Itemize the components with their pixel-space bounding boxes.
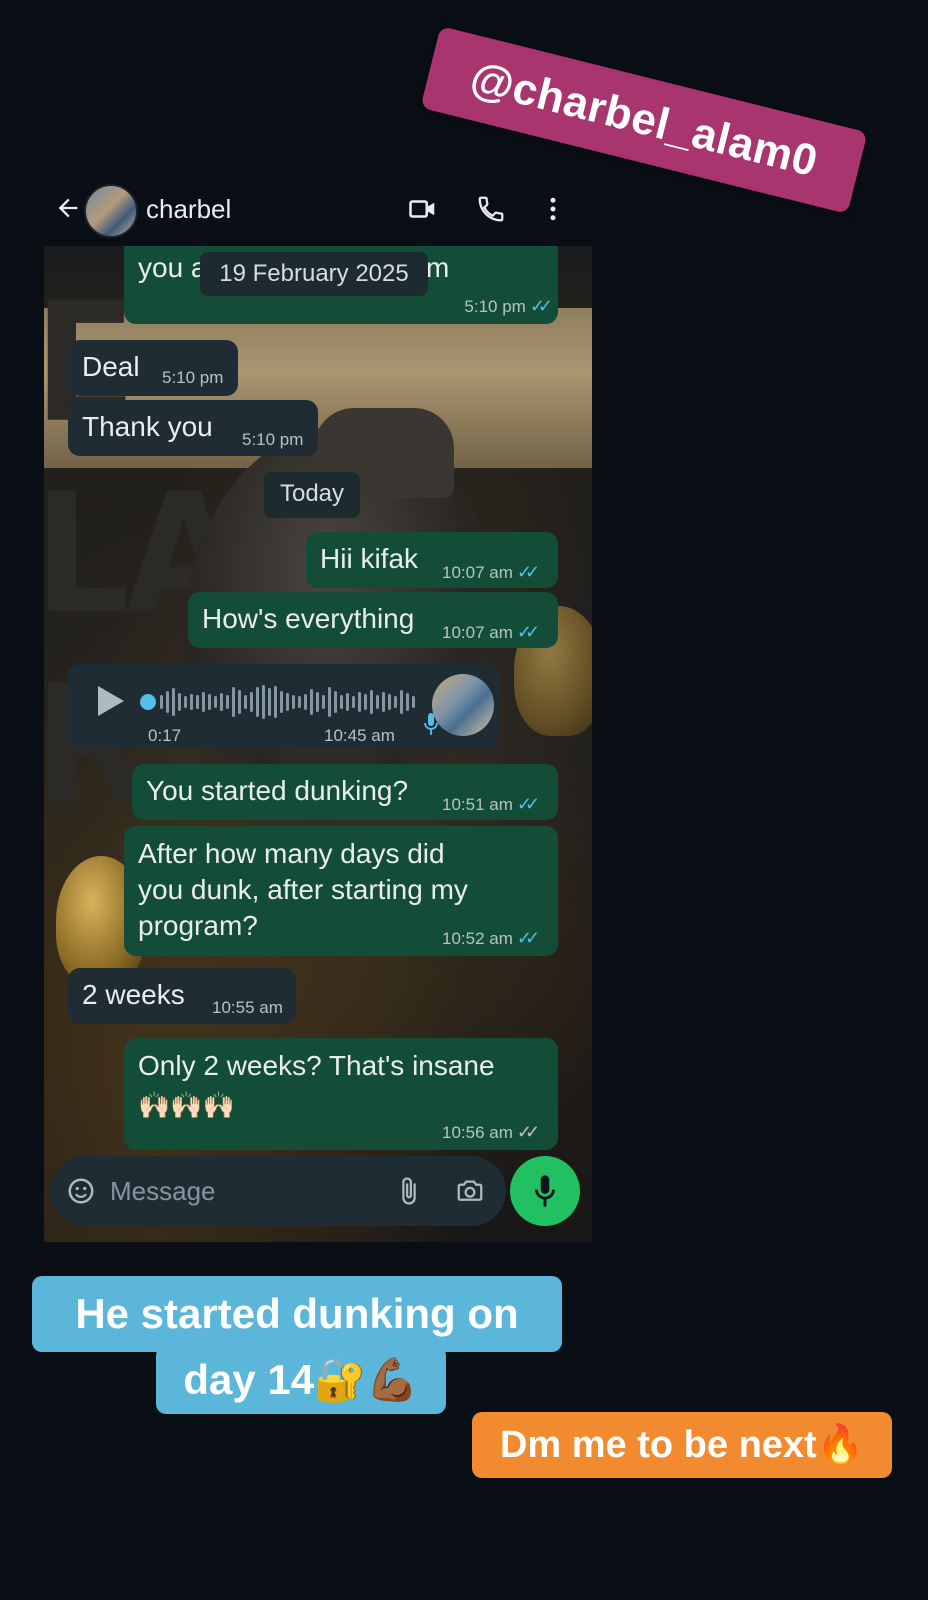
message-time: 10:07 am ✓✓ (442, 562, 540, 582)
attach-icon[interactable] (394, 1174, 424, 1208)
message-bubble[interactable]: How's everything 10:07 am ✓✓ (188, 592, 558, 648)
message-time: 10:51 am ✓✓ (442, 794, 540, 814)
chat-header: charbel (44, 180, 592, 246)
message-input-bar[interactable]: Message (50, 1156, 506, 1226)
mic-icon (535, 1175, 555, 1207)
message-time: 5:10 pm (162, 368, 224, 387)
message-bubble[interactable]: You started dunking? 10:51 am ✓✓ (132, 764, 558, 820)
read-receipt-icon: ✓✓ (516, 562, 540, 582)
voice-duration: 0:17 (148, 726, 182, 745)
message-text: Deal (82, 351, 140, 382)
voice-call-icon[interactable] (476, 194, 506, 224)
message-bubble[interactable]: After how many days did you dunk, after … (124, 826, 558, 956)
message-text: m (426, 252, 450, 283)
camera-icon[interactable] (454, 1176, 486, 1206)
sticker-icon[interactable] (66, 1176, 96, 1206)
message-bubble[interactable]: 2 weeks 10:55 am (68, 968, 296, 1024)
sender-avatar (432, 674, 494, 736)
message-input[interactable]: Message (110, 1176, 216, 1207)
cta-sticker[interactable]: Dm me to be next🔥 (472, 1412, 892, 1478)
message-text: Hii kifak (320, 543, 419, 574)
message-text: After how many days did (138, 838, 445, 869)
waveform[interactable] (160, 682, 415, 722)
seek-handle[interactable] (140, 694, 156, 710)
message-time: 5:10 pm ✓✓ (464, 296, 553, 316)
message-time: 10:45 am (324, 726, 395, 745)
message-bubble[interactable]: Thank you 5:10 pm (68, 400, 318, 456)
message-time: 5:10 pm (242, 430, 304, 449)
mention-text: @charbel_alam0 (465, 52, 823, 187)
caption-sticker[interactable]: day 14🔐💪🏾 (156, 1346, 446, 1414)
read-receipt-icon: ✓✓ (516, 794, 540, 814)
more-options-icon[interactable] (538, 194, 568, 224)
mic-icon (424, 713, 438, 735)
contact-name[interactable]: charbel (146, 194, 231, 225)
message-text: How's everything (202, 603, 415, 634)
message-text: you a (138, 252, 207, 283)
message-time: 10:52 am ✓✓ (442, 928, 540, 948)
chat-area[interactable]: E LAND R you a m 5:10 pm✓✓ 19 February 2… (44, 246, 592, 1242)
message-text: Only 2 weeks? That's insane (138, 1050, 495, 1081)
date-chip: Today (264, 472, 360, 518)
emoji-text: 🙌🏻🙌🏻🙌🏻 (138, 1090, 236, 1120)
play-icon[interactable] (98, 686, 124, 716)
message-bubble[interactable]: Only 2 weeks? That's insane 🙌🏻🙌🏻🙌🏻 10:56… (124, 1038, 558, 1150)
back-arrow-icon[interactable] (54, 194, 82, 222)
contact-avatar[interactable] (84, 184, 138, 238)
read-receipt-icon: ✓✓ (516, 622, 540, 642)
message-text: 2 weeks (82, 979, 185, 1010)
video-call-icon[interactable] (408, 194, 438, 224)
message-text: Thank you (82, 411, 213, 442)
message-text: program? (138, 910, 258, 941)
message-bubble[interactable]: Deal 5:10 pm (68, 340, 238, 396)
message-time: 10:55 am (212, 998, 283, 1017)
message-time: 10:07 am ✓✓ (442, 622, 540, 642)
message-text: you dunk, after starting my (138, 874, 468, 905)
message-text: You started dunking? (146, 775, 409, 806)
caption-sticker[interactable]: He started dunking on (32, 1276, 562, 1352)
read-receipt-icon: ✓✓ (516, 928, 540, 948)
delivered-receipt-icon: ✓✓ (516, 1122, 540, 1142)
voice-note[interactable]: 0:17 10:45 am (68, 664, 500, 748)
message-bubble[interactable]: Hii kifak 10:07 am ✓✓ (306, 532, 558, 588)
read-receipt-icon: ✓✓ (529, 296, 553, 316)
message-time: 10:56 am ✓✓ (442, 1122, 540, 1142)
voice-record-button[interactable] (510, 1156, 580, 1226)
date-chip: 19 February 2025 (200, 252, 428, 296)
